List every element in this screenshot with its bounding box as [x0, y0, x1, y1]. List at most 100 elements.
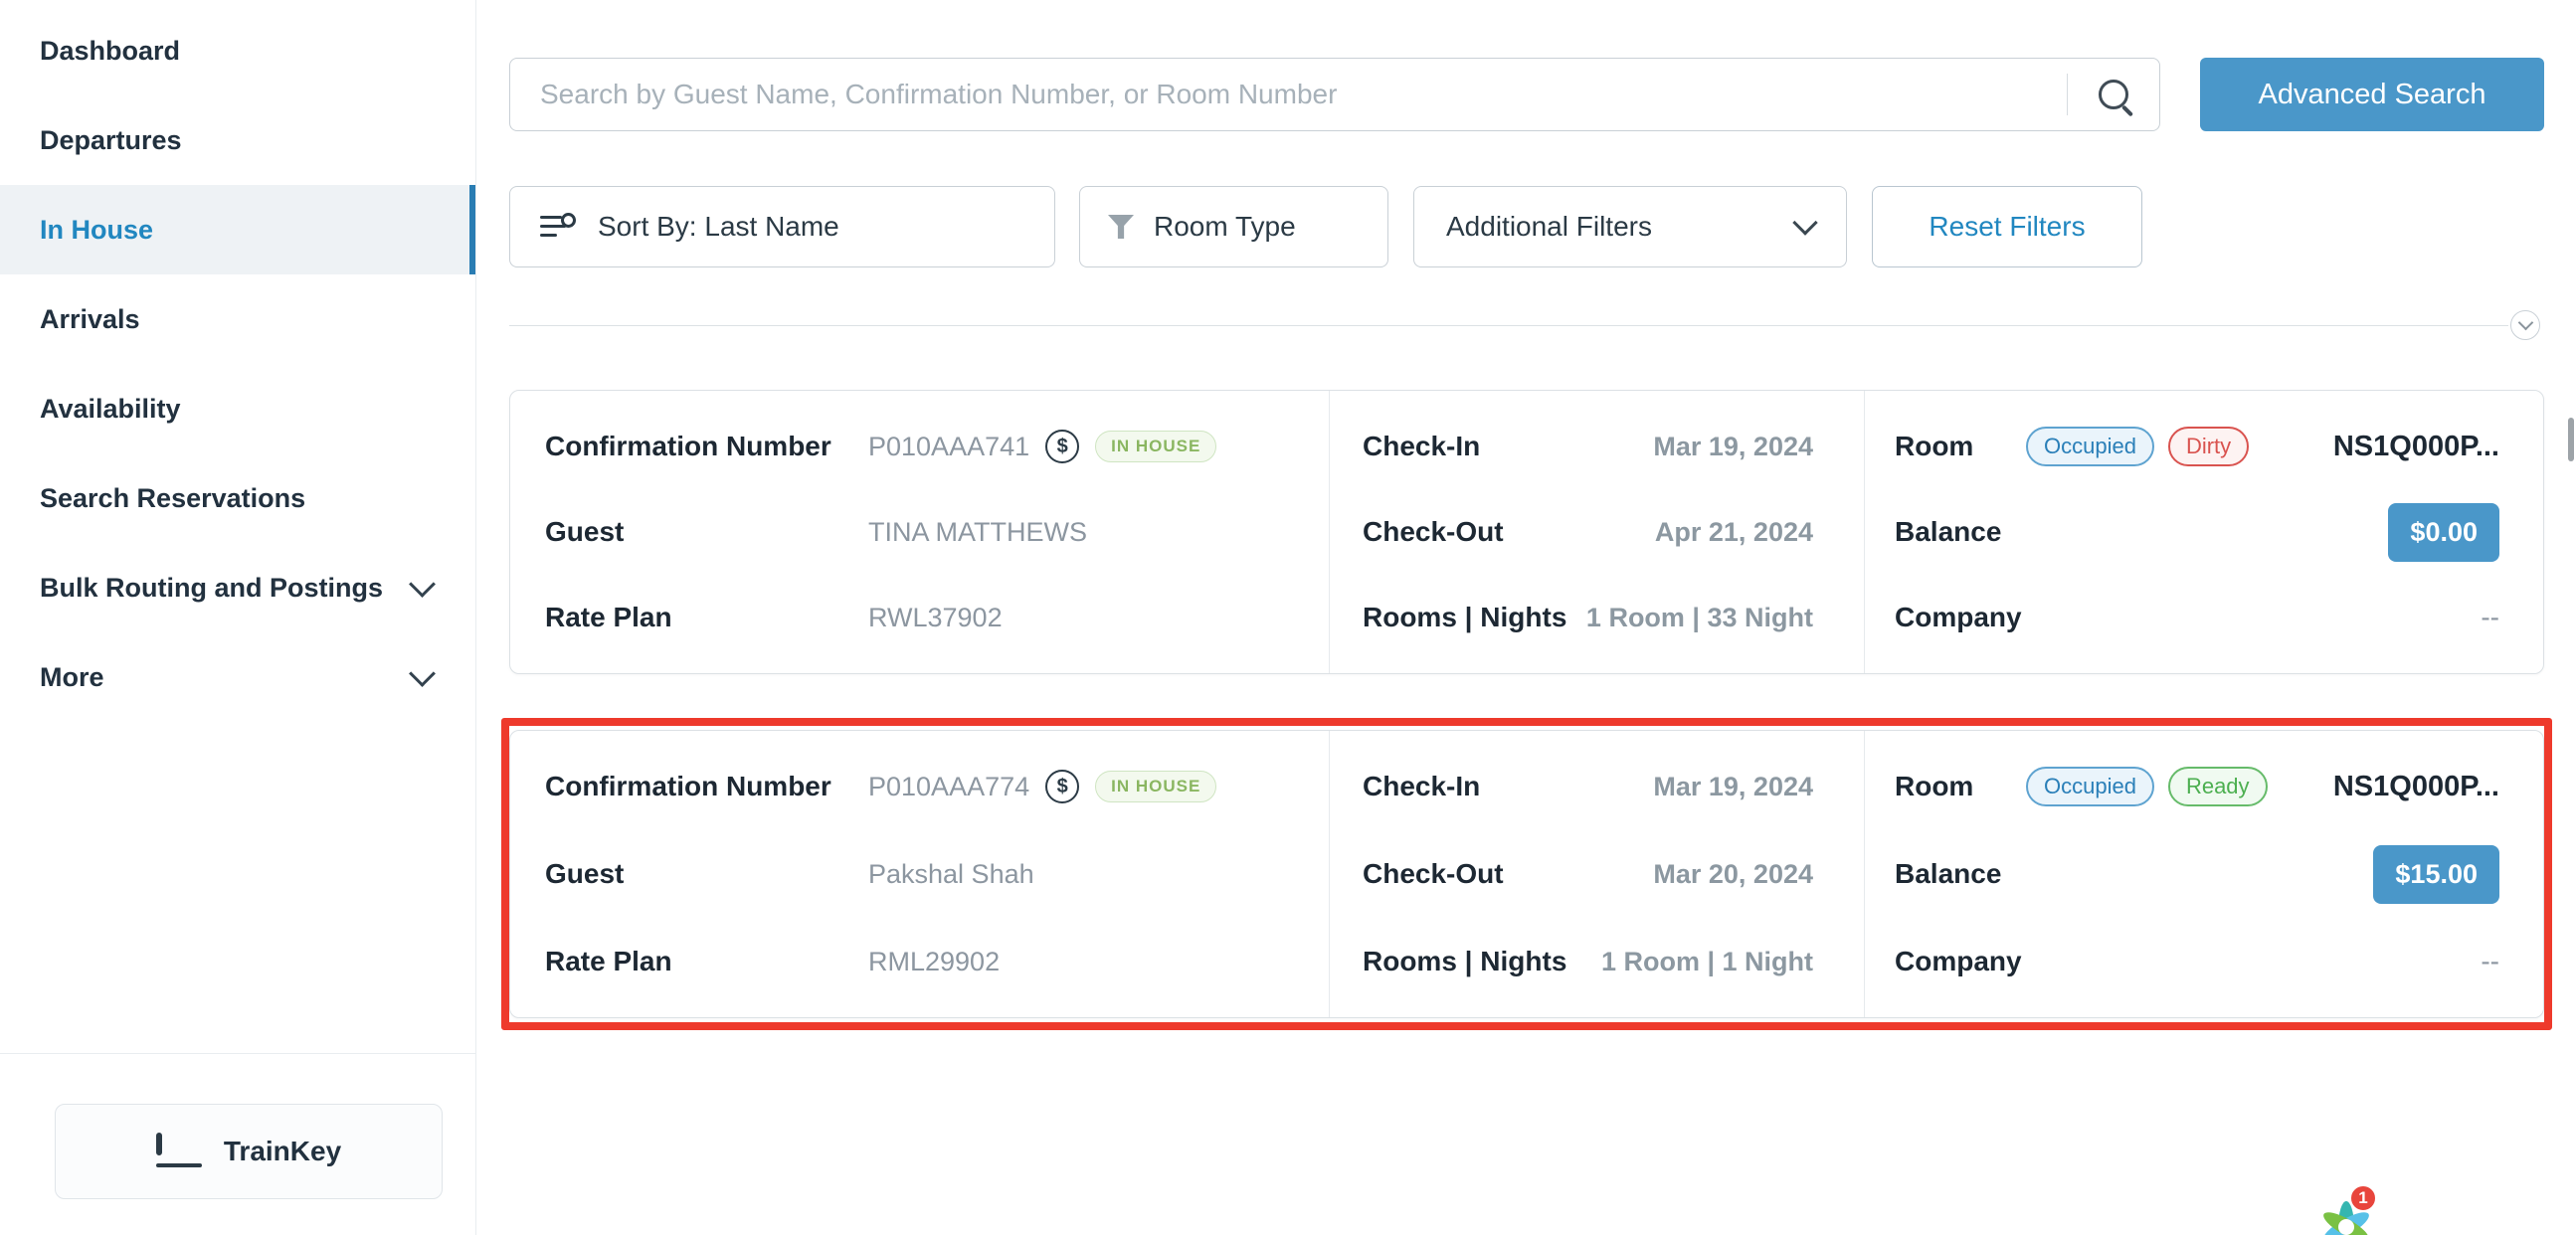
balance-label: Balance [1895, 858, 2026, 890]
rate-plan-label: Rate Plan [545, 946, 868, 977]
balance-row: Balance $0.00 [1895, 503, 2499, 562]
scrollbar-thumb[interactable] [2568, 418, 2574, 461]
in-house-badge: IN HOUSE [1095, 771, 1216, 802]
reservation-card[interactable]: Confirmation Number P010AAA741 $ IN HOUS… [509, 390, 2544, 674]
sidebar-item-dashboard[interactable]: Dashboard [0, 6, 475, 95]
folio-dollar-icon[interactable]: $ [1045, 430, 1079, 463]
sidebar-item-arrivals[interactable]: Arrivals [0, 274, 475, 364]
check-in-row: Check-In Mar 19, 2024 [1363, 759, 1813, 814]
company-value: -- [2481, 602, 2499, 633]
rooms-nights-row: Rooms | Nights 1 Room | 33 Night [1363, 590, 1813, 645]
filter-funnel-icon [1108, 215, 1134, 239]
card-guest-column: Confirmation Number P010AAA741 $ IN HOUS… [510, 391, 1329, 673]
confirmation-number-row: Confirmation Number P010AAA741 $ IN HOUS… [545, 419, 1309, 474]
housekeeping-status-pill: Ready [2168, 767, 2268, 806]
sort-by-label: Sort By: Last Name [598, 211, 839, 243]
rate-plan-value: RML29902 [868, 947, 1000, 977]
confirmation-number-value: P010AAA741 [868, 432, 1029, 462]
search-icon[interactable] [2068, 59, 2159, 130]
rate-plan-value: RWL37902 [868, 603, 1003, 633]
balance-label: Balance [1895, 516, 2026, 548]
sidebar-item-bulk-routing[interactable]: Bulk Routing and Postings [0, 543, 475, 632]
in-house-badge: IN HOUSE [1095, 431, 1216, 462]
search-input[interactable] [510, 79, 2067, 110]
sidebar-item-label: More [40, 662, 104, 693]
card-guest-column: Confirmation Number P010AAA774 $ IN HOUS… [510, 731, 1329, 1017]
guest-row: Guest Pakshal Shah [545, 846, 1309, 902]
notification-badge: 1 [2349, 1184, 2377, 1212]
company-label: Company [1895, 946, 2026, 977]
reservation-card[interactable]: Confirmation Number P010AAA774 $ IN HOUS… [509, 730, 2544, 1018]
check-out-label: Check-Out [1363, 858, 1504, 890]
rate-plan-row: Rate Plan RML29902 [545, 934, 1309, 989]
sidebar-item-label: Search Reservations [40, 483, 305, 514]
guest-name: Pakshal Shah [868, 859, 1034, 890]
check-out-date: Mar 20, 2024 [1653, 859, 1813, 890]
trainkey-label: TrainKey [224, 1136, 341, 1167]
rate-plan-label: Rate Plan [545, 602, 868, 633]
guest-label: Guest [545, 858, 868, 890]
check-in-label: Check-In [1363, 431, 1480, 462]
room-number: NS1Q000P... [2333, 431, 2499, 463]
sidebar-nav: Dashboard Departures In House Arrivals A… [0, 0, 475, 722]
sidebar-item-more[interactable]: More [0, 632, 475, 722]
guest-label: Guest [545, 516, 868, 548]
balance-button[interactable]: $0.00 [2388, 503, 2499, 562]
check-in-date: Mar 19, 2024 [1653, 432, 1813, 462]
company-row: Company -- [1895, 590, 2499, 645]
app-window: Dashboard Departures In House Arrivals A… [0, 0, 2576, 1235]
housekeeping-status-pill: Dirty [2168, 427, 2249, 466]
folio-dollar-icon[interactable]: $ [1045, 770, 1079, 803]
chevron-down-icon [1792, 210, 1817, 235]
card-dates-column: Check-In Mar 19, 2024 Check-Out Mar 20, … [1329, 731, 1864, 1017]
search-bar [509, 58, 2160, 131]
chevron-down-icon [409, 571, 436, 598]
advanced-search-button[interactable]: Advanced Search [2200, 58, 2544, 131]
sidebar-item-departures[interactable]: Departures [0, 95, 475, 185]
confirmation-number-row: Confirmation Number P010AAA774 $ IN HOUS… [545, 759, 1309, 814]
rooms-nights-label: Rooms | Nights [1363, 946, 1566, 977]
chevron-down-icon [409, 660, 436, 687]
sort-by-dropdown[interactable]: Sort By: Last Name [509, 186, 1055, 267]
laptop-icon [156, 1136, 202, 1167]
additional-filters-dropdown[interactable]: Additional Filters [1413, 186, 1847, 267]
sidebar-item-in-house[interactable]: In House [0, 185, 475, 274]
check-in-row: Check-In Mar 19, 2024 [1363, 419, 1813, 474]
card-room-column: Room Occupied Ready NS1Q000P... Balance … [1864, 731, 2543, 1017]
balance-button[interactable]: $15.00 [2373, 845, 2499, 904]
company-row: Company -- [1895, 934, 2499, 989]
company-label: Company [1895, 602, 2026, 633]
occupancy-status-pill: Occupied [2026, 767, 2154, 806]
check-in-date: Mar 19, 2024 [1653, 772, 1813, 802]
card-room-column: Room Occupied Dirty NS1Q000P... Balance … [1864, 391, 2543, 673]
sort-icon [540, 214, 576, 240]
collapse-results-icon[interactable] [2510, 310, 2540, 340]
results-divider [509, 325, 2508, 326]
check-out-label: Check-Out [1363, 516, 1504, 548]
additional-filters-label: Additional Filters [1446, 211, 1652, 243]
rate-plan-row: Rate Plan RWL37902 [545, 590, 1309, 645]
card-dates-column: Check-In Mar 19, 2024 Check-Out Apr 21, … [1329, 391, 1864, 673]
check-in-label: Check-In [1363, 771, 1480, 802]
trainkey-button[interactable]: TrainKey [55, 1104, 443, 1199]
confirmation-number-label: Confirmation Number [545, 771, 868, 802]
confirmation-number-label: Confirmation Number [545, 431, 868, 462]
room-number: NS1Q000P... [2333, 771, 2499, 803]
sidebar-item-label: Arrivals [40, 304, 140, 335]
rooms-nights-value: 1 Room | 1 Night [1601, 947, 1813, 977]
reset-filters-button[interactable]: Reset Filters [1872, 186, 2142, 267]
sidebar-item-label: Availability [40, 394, 181, 425]
room-type-label: Room Type [1154, 211, 1296, 243]
room-label: Room [1895, 431, 2026, 462]
balance-row: Balance $15.00 [1895, 845, 2499, 904]
sidebar-item-availability[interactable]: Availability [0, 364, 475, 453]
sidebar-item-label: Dashboard [40, 36, 180, 67]
sidebar-item-search-reservations[interactable]: Search Reservations [0, 453, 475, 543]
room-type-dropdown[interactable]: Room Type [1079, 186, 1388, 267]
sidebar-item-label: In House [40, 215, 153, 246]
company-value: -- [2481, 946, 2499, 977]
check-out-row: Check-Out Apr 21, 2024 [1363, 504, 1813, 560]
room-label: Room [1895, 771, 2026, 802]
rooms-nights-row: Rooms | Nights 1 Room | 1 Night [1363, 934, 1813, 989]
room-row: Room Occupied Ready NS1Q000P... [1895, 759, 2499, 814]
